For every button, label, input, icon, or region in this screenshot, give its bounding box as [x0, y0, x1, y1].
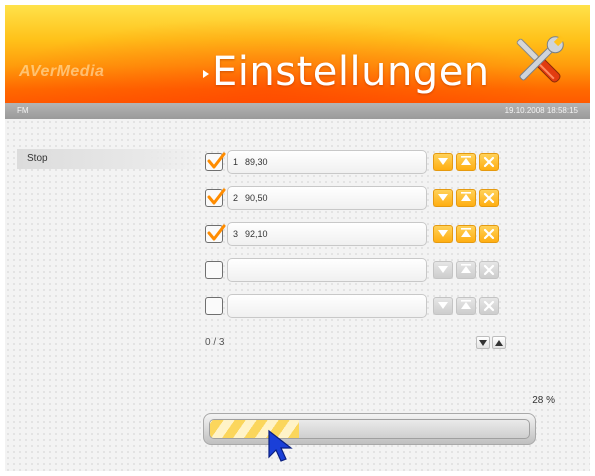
move-down-button[interactable]: [433, 189, 453, 207]
datetime-label: 19.10.2008 18:58:15: [504, 106, 578, 115]
progress-bar: [203, 413, 536, 445]
scroll-up-button[interactable]: [492, 336, 506, 349]
station-field[interactable]: [227, 294, 427, 318]
station-number: 3: [233, 229, 239, 239]
station-field[interactable]: 3 92,10: [227, 222, 427, 246]
move-down-icon: [438, 158, 448, 165]
station-checkbox[interactable]: [205, 261, 223, 279]
station-row: 2 90,50: [205, 186, 515, 210]
page-indicator: 0 / 3: [205, 337, 225, 348]
delete-icon: [483, 228, 495, 240]
checkmark-icon: [207, 188, 226, 205]
status-bar: FM 19.10.2008 18:58:15: [5, 103, 590, 119]
delete-button[interactable]: [479, 297, 499, 315]
station-row: [205, 294, 515, 318]
move-up-icon: [461, 300, 471, 309]
delete-icon: [483, 264, 495, 276]
station-checkbox[interactable]: [205, 297, 223, 315]
move-up-icon: [461, 156, 471, 165]
move-up-icon: [461, 264, 471, 273]
delete-button[interactable]: [479, 153, 499, 171]
station-row: [205, 258, 515, 282]
move-down-icon: [438, 230, 448, 237]
move-down-button[interactable]: [433, 225, 453, 243]
move-down-icon: [438, 302, 448, 309]
checkmark-icon: [207, 152, 226, 169]
move-up-button[interactable]: [456, 153, 476, 171]
move-up-button[interactable]: [456, 297, 476, 315]
title-arrow-icon: [203, 70, 209, 78]
move-up-button[interactable]: [456, 225, 476, 243]
delete-button[interactable]: [479, 261, 499, 279]
menu-item-stop[interactable]: Stop: [17, 149, 205, 169]
move-down-icon: [438, 194, 448, 201]
scroll-down-button[interactable]: [476, 336, 490, 349]
move-down-button[interactable]: [433, 261, 453, 279]
delete-icon: [483, 300, 495, 312]
page-title: Einstellungen: [212, 49, 490, 95]
move-up-button[interactable]: [456, 261, 476, 279]
station-row: 3 92,10: [205, 222, 515, 246]
move-up-button[interactable]: [456, 189, 476, 207]
progress-trough: [209, 419, 530, 439]
delete-button[interactable]: [479, 189, 499, 207]
station-frequency: 90,50: [245, 193, 268, 203]
progress-percent: 28 %: [532, 395, 555, 406]
station-checkbox[interactable]: [205, 188, 226, 207]
app-window: AVerMedia Einstellungen FM 19.10.2008 18…: [5, 5, 590, 471]
station-row: 1 89,30: [205, 150, 515, 174]
station-number: 2: [233, 193, 239, 203]
delete-icon: [483, 156, 495, 168]
station-field[interactable]: 2 90,50: [227, 186, 427, 210]
header-banner: AVerMedia Einstellungen: [5, 5, 590, 103]
station-frequency: 92,10: [245, 229, 268, 239]
checkmark-icon: [207, 224, 226, 241]
move-down-button[interactable]: [433, 297, 453, 315]
brand-logo: AVerMedia: [19, 63, 105, 80]
station-checkbox[interactable]: [205, 224, 226, 243]
chevron-up-icon: [495, 339, 503, 346]
tools-icon: [516, 35, 565, 83]
station-frequency: 89,30: [245, 157, 268, 167]
move-up-icon: [461, 192, 471, 201]
move-up-icon: [461, 228, 471, 237]
station-number: 1: [233, 157, 239, 167]
delete-button[interactable]: [479, 225, 499, 243]
chevron-down-icon: [479, 339, 487, 346]
delete-icon: [483, 192, 495, 204]
move-down-icon: [438, 266, 448, 273]
station-checkbox[interactable]: [205, 152, 226, 171]
station-field[interactable]: 1 89,30: [227, 150, 427, 174]
move-down-button[interactable]: [433, 153, 453, 171]
station-field[interactable]: [227, 258, 427, 282]
mouse-cursor-icon: [268, 429, 293, 462]
mode-label: FM: [17, 106, 29, 115]
